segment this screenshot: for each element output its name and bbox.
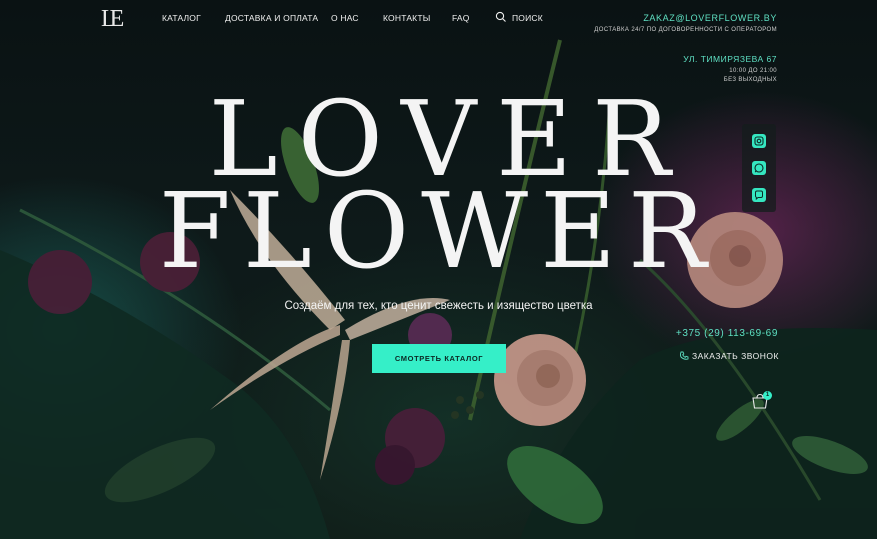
nav-item-about[interactable]: О нас <box>331 13 359 23</box>
contact-email[interactable]: ZAKAZ@LOVERFLOWER.BY <box>643 13 777 23</box>
logo[interactable]: LE <box>101 6 124 33</box>
phone-number[interactable]: +375 (29) 113-69-69 <box>676 328 778 339</box>
opening-hours: 10:00 до 21:00 <box>729 68 777 74</box>
shop-address: ул. Тимирязева 67 <box>683 54 777 64</box>
request-callback-label: Заказать звонок <box>692 351 779 361</box>
view-catalog-button[interactable]: Смотреть каталог <box>372 344 506 373</box>
social-links <box>742 124 776 212</box>
phone-icon <box>680 351 689 360</box>
viber-icon[interactable] <box>752 188 766 202</box>
contact-email-note: Доставка 24/7 по договоренности с операт… <box>594 27 777 33</box>
nav-item-delivery[interactable]: Доставка и оплата <box>225 13 318 23</box>
hero-tagline: Создаём для тех, кто ценит свежесть и из… <box>284 300 593 312</box>
nav-item-search[interactable]: Поиск <box>512 13 543 23</box>
nav-item-contacts[interactable]: Контакты <box>383 13 430 23</box>
instagram-icon[interactable] <box>752 134 766 148</box>
cart-count-badge: 1 <box>763 391 772 400</box>
hero-section: LE Каталог Доставка и оплата О нас Конта… <box>0 0 877 539</box>
nav-item-faq[interactable]: FAQ <box>452 13 470 23</box>
whatsapp-icon[interactable] <box>752 161 766 175</box>
nav-item-catalog[interactable]: Каталог <box>162 13 201 23</box>
search-icon[interactable] <box>495 11 507 23</box>
